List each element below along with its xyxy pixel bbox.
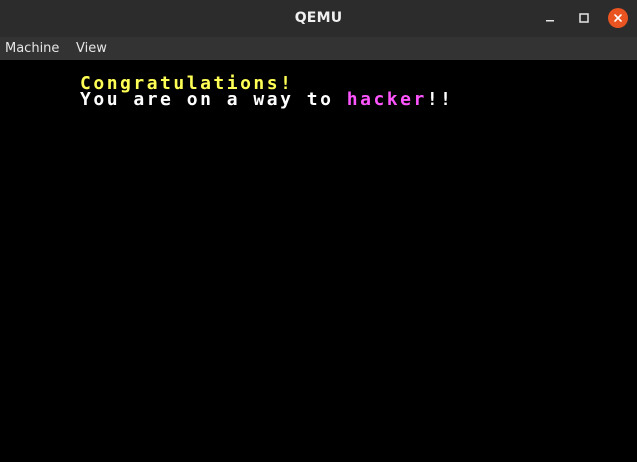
console-line-1: Congratulations!: [0, 60, 293, 93]
vm-display[interactable]: Congratulations! You are on a way to hac…: [0, 60, 637, 462]
menu-bar: Machine View: [0, 37, 637, 60]
minimize-icon: [546, 20, 554, 22]
qemu-window: QEMU Machine View Congratulations! You a…: [0, 0, 637, 462]
menu-view[interactable]: View: [74, 37, 109, 60]
console-text-exclamations: !!: [426, 89, 454, 110]
console-line-2: You are on a way to hacker!!: [0, 76, 454, 109]
menu-machine[interactable]: Machine: [3, 37, 61, 60]
close-button-circle[interactable]: [608, 8, 628, 28]
console-text-you-are-on-a-way: You are on a way to: [80, 89, 347, 110]
maximize-icon: [579, 13, 589, 23]
minimize-button[interactable]: [538, 6, 562, 30]
close-button[interactable]: [606, 6, 630, 30]
title-bar[interactable]: QEMU: [0, 0, 637, 37]
maximize-button[interactable]: [572, 6, 596, 30]
close-icon: [614, 14, 622, 22]
console-text-hacker: hacker: [346, 89, 427, 110]
